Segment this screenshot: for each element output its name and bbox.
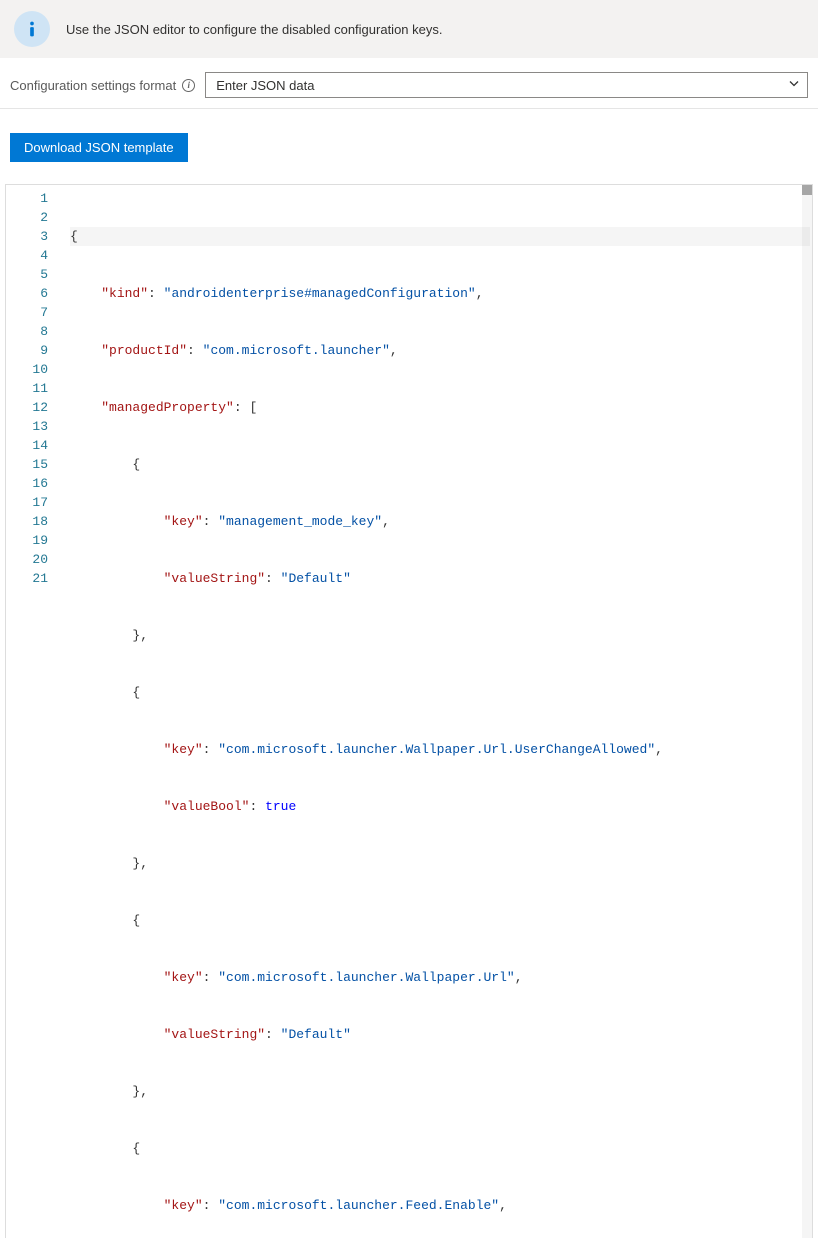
json-editor[interactable]: 1 2 3 4 5 6 7 8 9 10 11 12 13 14 15 16 1… xyxy=(5,184,813,1238)
info-banner-text: Use the JSON editor to configure the dis… xyxy=(66,22,443,37)
editor-scrollbar[interactable] xyxy=(802,185,812,1238)
info-banner: Use the JSON editor to configure the dis… xyxy=(0,0,818,58)
editor-gutter: 1 2 3 4 5 6 7 8 9 10 11 12 13 14 15 16 1… xyxy=(6,185,66,1238)
code-line: "valueString": "Default" xyxy=(70,1025,810,1044)
code-line: "key": "com.microsoft.launcher.Feed.Enab… xyxy=(70,1196,810,1215)
help-icon[interactable]: i xyxy=(182,79,195,92)
code-line: { xyxy=(70,911,810,930)
code-line: }, xyxy=(70,626,810,645)
code-line: }, xyxy=(70,1082,810,1101)
config-format-row: Configuration settings format i Enter JS… xyxy=(0,58,818,109)
button-row: Download JSON template xyxy=(0,109,818,184)
code-line: "valueString": "Default" xyxy=(70,569,810,588)
code-line: { xyxy=(70,227,810,246)
code-line: "productId": "com.microsoft.launcher", xyxy=(70,341,810,360)
code-line: "key": "management_mode_key", xyxy=(70,512,810,531)
config-format-select[interactable]: Enter JSON data xyxy=(205,72,808,98)
info-icon xyxy=(14,11,50,47)
code-line: { xyxy=(70,1139,810,1158)
code-line: { xyxy=(70,455,810,474)
code-line: }, xyxy=(70,854,810,873)
download-json-template-button[interactable]: Download JSON template xyxy=(10,133,188,162)
code-line: "key": "com.microsoft.launcher.Wallpaper… xyxy=(70,968,810,987)
code-line: "valueBool": true xyxy=(70,797,810,816)
code-line: "kind": "androidenterprise#managedConfig… xyxy=(70,284,810,303)
code-line: "managedProperty": [ xyxy=(70,398,810,417)
config-format-selected-value: Enter JSON data xyxy=(216,78,314,93)
code-line: { xyxy=(70,683,810,702)
editor-code-area[interactable]: { "kind": "androidenterprise#managedConf… xyxy=(66,185,812,1238)
editor-scrollbar-thumb[interactable] xyxy=(802,185,812,195)
code-line: "key": "com.microsoft.launcher.Wallpaper… xyxy=(70,740,810,759)
config-format-label: Configuration settings format xyxy=(10,78,176,93)
